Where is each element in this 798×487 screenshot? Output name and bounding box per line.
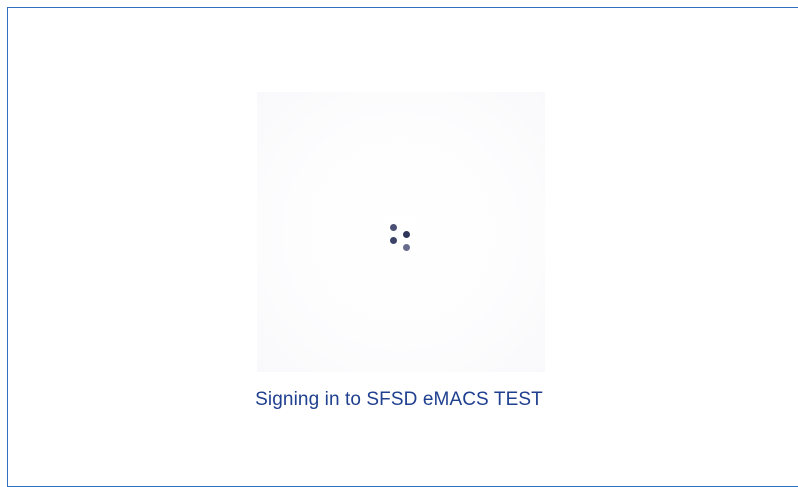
spinner-dot xyxy=(390,224,397,231)
loading-spinner-icon xyxy=(388,222,414,254)
spinner-dot xyxy=(403,244,410,251)
signing-in-status-text: Signing in to SFSD eMACS TEST xyxy=(255,389,543,410)
spinner-dot xyxy=(403,231,410,238)
spinner-dot xyxy=(390,237,397,244)
